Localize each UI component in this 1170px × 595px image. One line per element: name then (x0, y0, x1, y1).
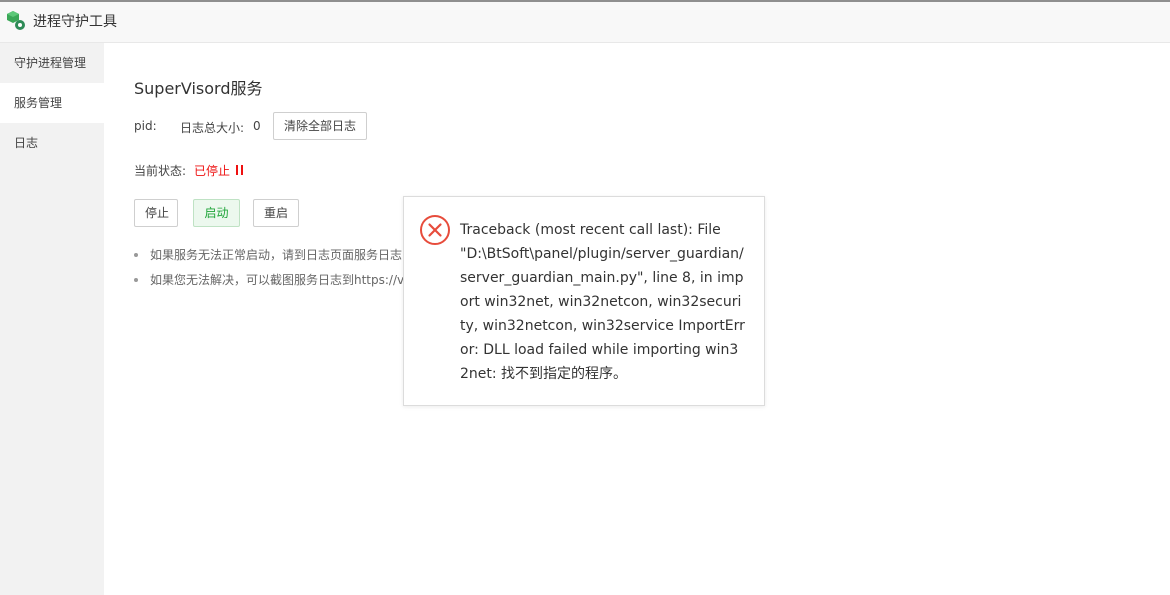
pid-label: pid: (134, 119, 157, 133)
bullet-icon (134, 253, 138, 257)
sidebar-item-daemon-management[interactable]: 守护进程管理 (0, 43, 104, 83)
log-size-value: 0 (253, 119, 261, 133)
sidebar-item-logs[interactable]: 日志 (0, 123, 104, 163)
app-title: 进程守护工具 (33, 14, 117, 30)
page-title: SuperVisord服务 (134, 79, 263, 98)
status-value: 已停止 (194, 164, 231, 178)
sidebar-item-service-management[interactable]: 服务管理 (0, 83, 104, 123)
tip-item: 如果您无法解决，可以截图服务日志到https://v (134, 272, 403, 297)
error-dialog: Traceback (most recent call last): File … (403, 196, 765, 406)
tip-text: 如果您无法解决，可以截图服务日志到https://v (150, 273, 403, 287)
stop-button[interactable]: 停止 (134, 199, 178, 227)
log-size-label: 日志总大小: (180, 121, 245, 135)
tip-item: 如果服务无法正常启动，请到日志页面服务日志 (134, 247, 403, 272)
help-tips: 如果服务无法正常启动，请到日志页面服务日志 如果您无法解决，可以截图服务日志到h… (134, 247, 403, 297)
start-button[interactable]: 启动 (193, 199, 240, 227)
error-message: Traceback (most recent call last): File … (460, 222, 745, 382)
title-bar: 进程守护工具 (0, 2, 1170, 43)
error-circle-icon (420, 215, 450, 245)
clear-all-logs-button[interactable]: 清除全部日志 (273, 112, 367, 140)
sidebar: 守护进程管理 服务管理 日志 (0, 43, 104, 595)
bullet-icon (134, 278, 138, 282)
tip-text: 如果服务无法正常启动，请到日志页面服务日志 (150, 248, 403, 262)
status-label: 当前状态: (134, 164, 187, 178)
app-logo-icon (7, 11, 25, 30)
stopped-pause-icon (236, 165, 243, 175)
restart-button[interactable]: 重启 (253, 199, 299, 227)
